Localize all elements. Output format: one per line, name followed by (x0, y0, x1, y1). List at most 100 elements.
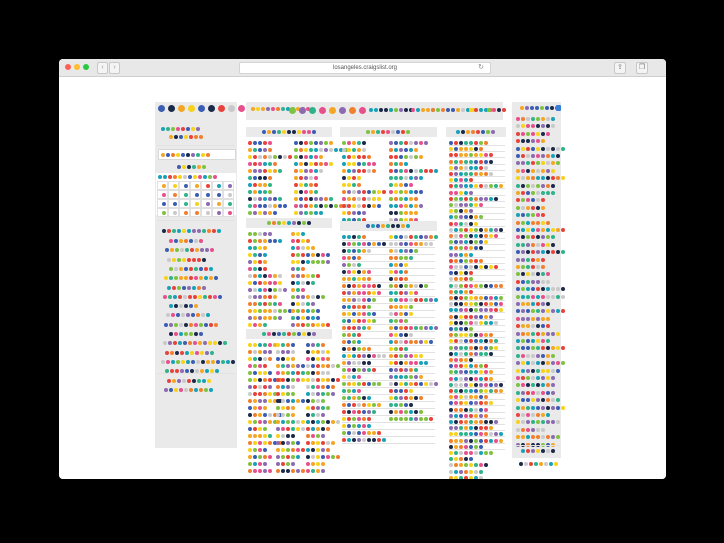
community-link[interactable] (248, 141, 273, 145)
for-sale-link[interactable] (276, 434, 296, 438)
for-sale-link[interactable] (306, 413, 326, 417)
nearby-city-link[interactable] (516, 265, 546, 269)
forum-link[interactable] (449, 463, 489, 468)
calendar-day[interactable] (179, 199, 190, 208)
for-sale-link[interactable] (248, 420, 278, 424)
community-link[interactable] (294, 183, 319, 187)
jobs-link[interactable] (389, 326, 439, 330)
services-link[interactable] (389, 183, 414, 187)
nearby-city-link[interactable] (516, 383, 556, 388)
jobs-link[interactable] (389, 382, 439, 386)
for-sale-link[interactable] (248, 392, 278, 396)
jobs-link[interactable] (389, 284, 429, 288)
sidebar-link[interactable] (163, 295, 223, 299)
sidebar-link[interactable] (167, 286, 207, 290)
nearby-city-link[interactable] (516, 139, 546, 144)
back-button[interactable]: ‹ (97, 62, 108, 74)
nearby-city-link[interactable] (516, 191, 556, 195)
services-link[interactable] (389, 162, 409, 166)
for-sale-link[interactable] (306, 364, 341, 368)
tabs-button[interactable]: ❐ (636, 62, 648, 74)
footer-link[interactable] (519, 462, 559, 466)
jobs-link[interactable] (389, 368, 419, 372)
nearby-city-link[interactable] (516, 124, 556, 129)
services-link[interactable] (389, 197, 419, 201)
services-link[interactable] (389, 204, 424, 208)
nearby-city-link[interactable] (516, 198, 546, 203)
calendar-day[interactable] (157, 208, 168, 217)
housing-link[interactable] (248, 288, 288, 292)
housing-link[interactable] (248, 260, 268, 264)
services-link[interactable] (389, 190, 424, 194)
nearby-city-link[interactable] (516, 117, 556, 121)
jobs-link[interactable] (389, 291, 419, 295)
jobs-link[interactable] (342, 424, 372, 428)
feedback-link[interactable] (487, 108, 507, 112)
jobs-link[interactable] (342, 438, 387, 442)
sidebar-link[interactable] (165, 351, 215, 355)
housing-link[interactable] (248, 267, 268, 271)
for-sale-link[interactable] (306, 455, 341, 459)
for-sale-link[interactable] (306, 469, 326, 473)
jobs-link[interactable] (342, 242, 387, 246)
nearby-city-link[interactable] (516, 146, 566, 151)
services-link[interactable] (342, 148, 367, 152)
jobs-link[interactable] (342, 263, 362, 267)
sidebar-link[interactable] (163, 341, 228, 345)
site-logo[interactable] (158, 105, 248, 112)
forum-link[interactable] (449, 451, 494, 455)
for-sale-link[interactable] (306, 406, 331, 410)
nearby-city-link[interactable] (516, 413, 551, 417)
community-link[interactable] (294, 211, 324, 215)
jobs-link[interactable] (389, 256, 414, 260)
jobs-link[interactable] (389, 333, 414, 337)
close-window-button[interactable] (65, 64, 71, 70)
community-link[interactable] (294, 148, 349, 152)
calendar-day[interactable] (157, 199, 168, 208)
minimize-window-button[interactable] (74, 64, 80, 70)
community-link[interactable] (294, 169, 324, 173)
for-sale-link[interactable] (248, 371, 273, 375)
calendar-day[interactable] (168, 181, 179, 190)
share-button[interactable]: ⇪ (614, 62, 626, 74)
jobs-link[interactable] (342, 305, 372, 309)
for-sale-link[interactable] (306, 371, 331, 375)
for-sale-link[interactable] (276, 357, 296, 361)
for-sale-link[interactable] (306, 427, 331, 431)
for-sale-link[interactable] (248, 364, 268, 368)
calendar-day[interactable] (223, 181, 234, 190)
nearby-city-link[interactable] (516, 183, 556, 188)
for-sale-link[interactable] (306, 350, 331, 354)
housing-link[interactable] (291, 323, 331, 327)
forums-heading[interactable] (456, 130, 496, 134)
jobs-link[interactable] (389, 263, 409, 267)
for-sale-link[interactable] (276, 385, 296, 389)
jobs-link[interactable] (389, 403, 414, 407)
maximize-window-button[interactable] (83, 64, 89, 70)
calendar-day[interactable] (168, 190, 179, 199)
calendar-day[interactable] (179, 190, 190, 199)
nearby-city-link[interactable] (516, 131, 551, 136)
for-sale-link[interactable] (276, 455, 301, 459)
housing-link[interactable] (248, 323, 268, 327)
calendar-day[interactable] (201, 199, 212, 208)
jobs-link[interactable] (342, 249, 372, 253)
forum-link[interactable] (449, 469, 484, 474)
community-link[interactable] (294, 190, 319, 194)
community-link[interactable] (248, 183, 273, 187)
calendar-day[interactable] (223, 208, 234, 217)
for-sale-link[interactable] (306, 448, 331, 452)
for-sale-link[interactable] (306, 357, 331, 361)
nearby-city-link[interactable] (516, 235, 556, 240)
for-sale-link[interactable] (276, 392, 296, 396)
housing-link[interactable] (248, 239, 283, 243)
nearby-city-link[interactable] (516, 353, 556, 358)
community-link[interactable] (294, 162, 334, 166)
housing-link[interactable] (291, 288, 306, 292)
for-sale-link[interactable] (276, 462, 296, 466)
calendar-day[interactable] (190, 190, 201, 199)
jobs-link[interactable] (342, 410, 377, 414)
community-link[interactable] (248, 204, 288, 208)
jobs-link[interactable] (389, 417, 434, 421)
housing-link[interactable] (248, 295, 278, 299)
